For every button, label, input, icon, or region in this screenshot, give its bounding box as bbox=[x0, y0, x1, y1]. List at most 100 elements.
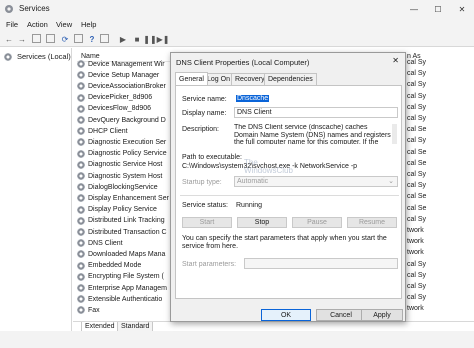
watermark-line2: WindowsClub bbox=[244, 166, 293, 175]
display-name-value: DNS Client bbox=[237, 109, 272, 116]
service-row[interactable]: DHCP Client bbox=[77, 126, 179, 136]
stop-button[interactable]: Stop bbox=[237, 217, 287, 228]
service-row[interactable]: DevQuery Background D bbox=[77, 115, 179, 125]
console-tree-icon[interactable] bbox=[32, 34, 41, 43]
restart-service-icon[interactable]: ▶❚ bbox=[157, 34, 170, 44]
cancel-button[interactable]: Cancel bbox=[316, 309, 366, 321]
service-row[interactable]: Diagnostic System Host bbox=[77, 171, 179, 181]
log-on-as-cell: cal Se bbox=[407, 126, 427, 134]
watermark: The WindowsClub bbox=[244, 159, 293, 175]
view-icon[interactable] bbox=[100, 34, 109, 43]
apply-button[interactable]: Apply bbox=[361, 309, 403, 321]
close-window-button[interactable]: ✕ bbox=[450, 0, 474, 18]
tab-dependencies[interactable]: Dependencies bbox=[264, 73, 317, 85]
log-on-as-cell: cal Sy bbox=[407, 115, 427, 122]
dialog-close-button[interactable]: ✕ bbox=[392, 56, 399, 65]
log-on-as-column: n As cal Sy cal Sy cal Sy cal Sy cal Sy cal S… bbox=[404, 52, 474, 322]
service-row[interactable]: Encrypting File System ( bbox=[77, 272, 179, 282]
service-row[interactable]: Device Setup Manager bbox=[77, 70, 179, 80]
help-icon[interactable]: ? bbox=[87, 34, 97, 44]
refresh-icon[interactable]: ⟳ bbox=[60, 34, 70, 44]
service-gear-icon bbox=[77, 172, 85, 181]
log-on-as-cell: cal Sy bbox=[407, 271, 427, 279]
service-row[interactable]: Device Management Wir bbox=[77, 59, 179, 69]
startup-type-label: Startup type: bbox=[182, 179, 222, 186]
log-on-as-cell: twork bbox=[407, 227, 424, 234]
service-row[interactable]: Display Policy Service bbox=[77, 205, 179, 215]
service-name-value[interactable]: Dnscache bbox=[236, 95, 270, 102]
log-on-as-cell: cal Sy bbox=[407, 283, 427, 290]
service-gear-icon bbox=[77, 104, 85, 113]
start-button[interactable]: Start bbox=[182, 217, 232, 228]
menu-file[interactable]: File bbox=[6, 20, 18, 29]
properties-icon[interactable] bbox=[46, 34, 55, 43]
service-gear-icon bbox=[77, 284, 85, 293]
service-name: DeviceAssociationBroker bbox=[88, 82, 166, 90]
service-gear-icon bbox=[77, 250, 85, 259]
service-gear-icon bbox=[77, 216, 85, 225]
service-row[interactable]: DialogBlockingService bbox=[77, 182, 179, 192]
startup-type-select[interactable]: Automatic ⌄ bbox=[234, 176, 398, 187]
service-row[interactable]: Distributed Link Tracking bbox=[77, 216, 179, 226]
forward-arrow-icon[interactable]: → bbox=[17, 34, 27, 44]
log-on-as-cell: twork bbox=[407, 238, 424, 246]
service-status-value: Running bbox=[236, 202, 263, 209]
service-gear-icon bbox=[77, 306, 85, 315]
service-gear-icon bbox=[77, 71, 85, 80]
service-gear-icon bbox=[77, 194, 85, 203]
service-row[interactable]: Extensible Authenticatio bbox=[77, 294, 179, 304]
service-row[interactable]: Diagnostic Policy Service bbox=[77, 149, 179, 159]
display-name-field[interactable]: DNS Client bbox=[234, 107, 398, 118]
service-name: Downloaded Maps Mana bbox=[88, 250, 166, 258]
log-on-as-cell: cal Sy bbox=[407, 70, 427, 78]
start-params-input[interactable] bbox=[244, 258, 398, 269]
toolbar: ← → ⟳ ? ▶ ■ ❚❚ ▶❚ bbox=[0, 31, 474, 47]
tab-recovery[interactable]: Recovery bbox=[231, 73, 269, 85]
service-row[interactable]: DevicesFlow_8d906 bbox=[77, 104, 179, 114]
tree-node-services-local[interactable]: Services (Local) bbox=[4, 52, 71, 61]
service-row[interactable]: Fax bbox=[77, 305, 179, 315]
console-tree: Services (Local) bbox=[0, 48, 72, 348]
service-row[interactable]: Diagnostic Execution Ser bbox=[77, 137, 179, 147]
back-arrow-icon[interactable]: ← bbox=[4, 34, 14, 44]
minimize-button[interactable]: — bbox=[402, 0, 426, 18]
service-gear-icon bbox=[77, 82, 85, 91]
resume-button[interactable]: Resume bbox=[347, 217, 397, 228]
pause-service-icon[interactable]: ❚❚ bbox=[143, 34, 156, 44]
log-on-as-cell: cal Sy bbox=[407, 171, 427, 178]
service-row[interactable]: DeviceAssociationBroker bbox=[77, 81, 179, 91]
services-gear-icon bbox=[5, 5, 13, 13]
tab-general[interactable]: General bbox=[175, 72, 208, 85]
menu-action[interactable]: Action bbox=[27, 20, 48, 29]
display-name-label: Display name: bbox=[182, 110, 227, 117]
service-row[interactable]: DNS Client bbox=[77, 238, 179, 248]
log-on-as-cell: cal Sy bbox=[407, 59, 427, 66]
service-name: DevicesFlow_8d906 bbox=[88, 105, 152, 113]
maximize-button[interactable]: ☐ bbox=[426, 0, 450, 18]
log-on-as-cell: cal Sy bbox=[407, 182, 427, 190]
service-name: Fax bbox=[88, 306, 100, 314]
pause-button[interactable]: Pause bbox=[292, 217, 342, 228]
dialog-title: DNS Client Properties (Local Computer) bbox=[176, 58, 310, 67]
service-row[interactable]: Diagnostic Service Host bbox=[77, 160, 179, 170]
services-list: Device Management Wir Device Setup Manage… bbox=[77, 59, 179, 321]
menu-view[interactable]: View bbox=[56, 20, 72, 29]
service-row[interactable]: DevicePicker_8d906 bbox=[77, 93, 179, 103]
title-bar: Services — ☐ ✕ bbox=[0, 0, 474, 18]
start-service-icon[interactable]: ▶ bbox=[118, 34, 128, 44]
export-list-icon[interactable] bbox=[74, 34, 83, 43]
service-gear-icon bbox=[77, 160, 85, 169]
stop-service-icon[interactable]: ■ bbox=[132, 34, 142, 44]
ok-button[interactable]: OK bbox=[261, 309, 311, 321]
menu-help[interactable]: Help bbox=[81, 20, 96, 29]
log-on-as-cell: cal Sy bbox=[407, 294, 427, 302]
service-row[interactable]: Downloaded Maps Mana bbox=[77, 249, 179, 259]
service-row[interactable]: Embedded Mode bbox=[77, 261, 179, 271]
service-name: Device Setup Manager bbox=[88, 71, 160, 79]
menu-bar: File Action View Help bbox=[0, 18, 474, 31]
service-row[interactable]: Display Enhancement Ser bbox=[77, 193, 179, 203]
start-params-label: Start parameters: bbox=[182, 261, 237, 268]
service-row[interactable]: Enterprise App Managem bbox=[77, 283, 179, 293]
service-row[interactable]: Distributed Transaction C bbox=[77, 227, 179, 237]
description-scrollbar[interactable] bbox=[392, 124, 397, 144]
